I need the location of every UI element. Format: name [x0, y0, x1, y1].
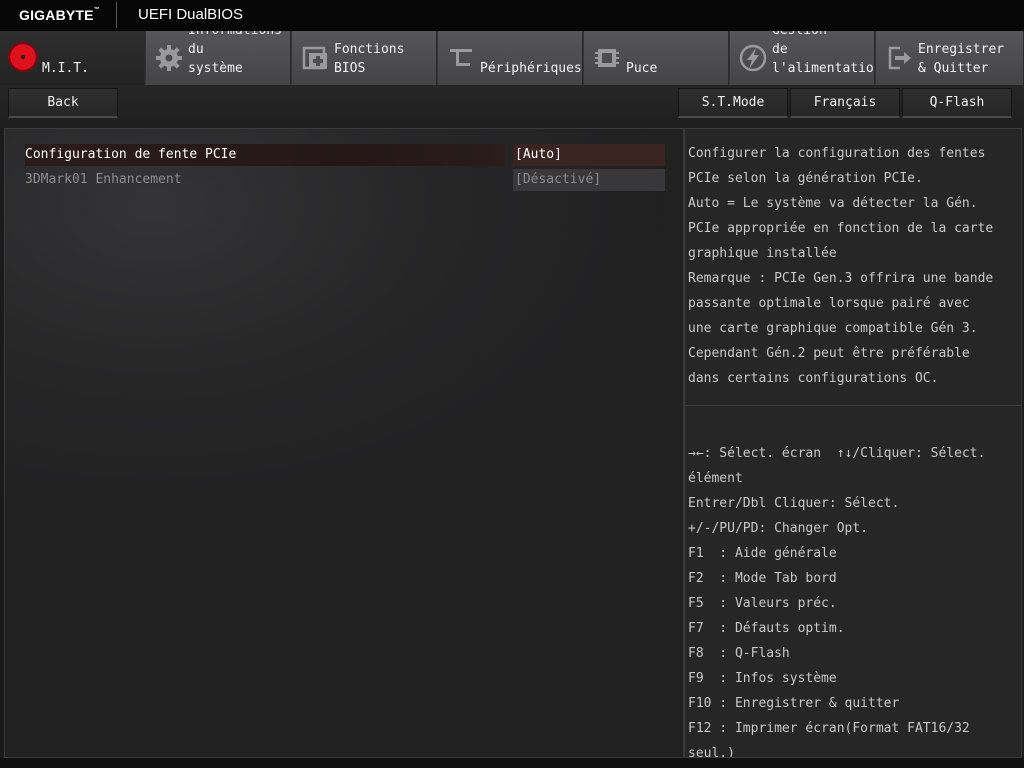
key-help-line: F7 : Défauts optim. [688, 621, 845, 636]
help-line: Auto = Le système va détecter la Gén. [688, 196, 978, 211]
tab-mit[interactable]: M.I.T. [0, 31, 145, 85]
peripherals-icon [450, 49, 472, 66]
key-help-line: F8 : Q-Flash [688, 646, 790, 661]
power-bolt-icon [739, 44, 767, 72]
settings-panel: Configuration de fente PCIe [Auto] 3DMar… [4, 128, 684, 758]
key-help-line: F12 : Imprimer écran(Format FAT16/32 [688, 721, 970, 736]
help-line: dans certains configurations OC. [688, 371, 939, 386]
help-line: passante optimale lorsque pairé avec [688, 296, 970, 311]
tab-save-exit[interactable]: Enregistrer & Quitter [876, 31, 1024, 85]
setting-row-pcie-slot-config[interactable]: Configuration de fente PCIe [Auto] [25, 144, 665, 166]
key-help-line: →←: Sélect. écran ↑↓/Cliquer: Sélect. [688, 446, 986, 461]
tab-power[interactable]: Gestion de l'alimentation [730, 31, 875, 85]
brand-divider [116, 2, 117, 28]
key-help-text: →←: Sélect. écran ↑↓/Cliquer: Sélect. él… [688, 441, 986, 758]
tab-chipset[interactable]: Puce [584, 31, 729, 85]
help-line: Configurer la configuration des fentes [688, 146, 986, 161]
menu-tabs: M.I.T. Informations du système Fonctions… [0, 31, 1024, 85]
setting-label: Configuration de fente PCIe [25, 144, 505, 166]
mit-dial-icon [8, 42, 38, 72]
gigabyte-logo: GIGABYTE™ [19, 7, 100, 23]
help-text: Configurer la configuration des fentes P… [688, 141, 993, 391]
st-mode-button[interactable]: S.T.Mode [678, 88, 788, 118]
bottom-edge [0, 758, 1024, 768]
exit-door-icon [888, 46, 911, 70]
key-help-line: F2 : Mode Tab bord [688, 571, 837, 586]
setting-label: 3DMark01 Enhancement [25, 172, 182, 187]
tab-label-peripherals: Périphériques [480, 61, 582, 76]
help-line: PCIe selon la génération PCIe. [688, 171, 923, 186]
tab-label-mit: M.I.T. [42, 61, 89, 76]
tab-system-info[interactable]: Informations du système [146, 31, 291, 85]
tab-peripherals[interactable]: Périphériques [438, 31, 583, 85]
help-line: une carte graphique compatible Gén 3. [688, 321, 978, 336]
key-help-line: Entrer/Dbl Cliquer: Sélect. [688, 496, 900, 511]
key-help-line: F1 : Aide générale [688, 546, 837, 561]
bios-chip-icon [302, 46, 327, 70]
key-help-line: élément [688, 471, 743, 486]
setting-value[interactable]: [Auto] [513, 144, 665, 166]
help-line: graphique installée [688, 246, 837, 261]
key-help-line: +/-/PU/PD: Changer Opt. [688, 521, 869, 536]
brand-trademark: ™ [93, 7, 100, 13]
key-help-line: F10 : Enregistrer & quitter [688, 696, 900, 711]
toolbar: Back S.T.Mode Français Q-Flash [0, 85, 1024, 129]
help-panel: Configurer la configuration des fentes P… [684, 128, 1022, 406]
chipset-icon [595, 49, 619, 67]
back-button[interactable]: Back [8, 88, 118, 118]
setting-row-3dmark01: 3DMark01 Enhancement [Désactivé] [25, 169, 665, 191]
tab-bios-features[interactable]: Fonctions BIOS [292, 31, 437, 85]
gear-icon [156, 45, 182, 71]
tab-label-save-exit: Enregistrer & Quitter [918, 42, 1005, 76]
help-line: Remarque : PCIe Gen.3 offrira une bande [688, 271, 994, 286]
tab-label-chipset: Puce [626, 61, 658, 76]
tab-label-bios-features: Fonctions BIOS [334, 42, 405, 76]
product-title: UEFI DualBIOS [138, 6, 244, 23]
key-help-line: F9 : Infos système [688, 671, 837, 686]
help-line: Cependant Gén.2 peut être préférable [688, 346, 970, 361]
brand-name: GIGABYTE [19, 7, 94, 23]
brand-bar: GIGABYTE™ UEFI DualBIOS [0, 0, 1024, 31]
key-help-line: F5 : Valeurs préc. [688, 596, 837, 611]
tab-label-power: Gestion de l'alimentation [772, 31, 875, 76]
help-line: PCIe appropriée en fonction de la carte [688, 221, 994, 236]
key-help-line: seul.) [688, 746, 735, 758]
q-flash-button[interactable]: Q-Flash [902, 88, 1012, 118]
key-help-panel: →←: Sélect. écran ↑↓/Cliquer: Sélect. él… [684, 405, 1022, 758]
tab-label-system-info: Informations du système [188, 31, 282, 76]
setting-value: [Désactivé] [513, 169, 665, 191]
language-button[interactable]: Français [790, 88, 900, 118]
